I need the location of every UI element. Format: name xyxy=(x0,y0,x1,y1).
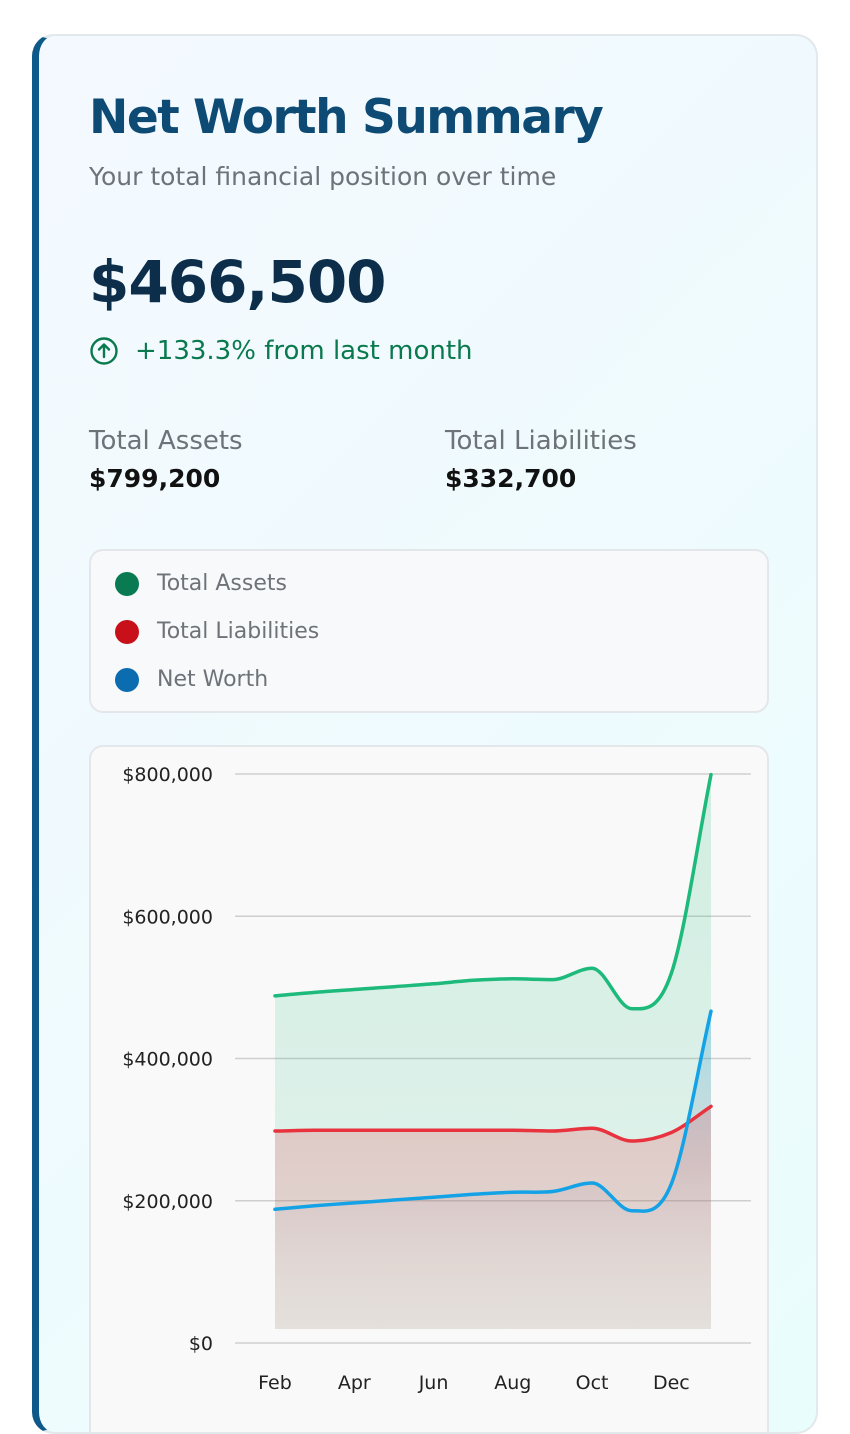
legend-item-net-worth: Net Worth xyxy=(115,667,268,692)
legend-dot xyxy=(115,667,139,692)
x-tick-label: Apr xyxy=(338,1372,371,1394)
arrow-up-circle-icon xyxy=(90,337,118,365)
legend-dot xyxy=(115,571,139,596)
legend-dot xyxy=(115,619,139,644)
page-subtitle: Your total financial position over time xyxy=(89,162,557,191)
series-line-total-assets xyxy=(273,772,713,1011)
x-tick-label: Jun xyxy=(418,1372,449,1394)
metric-total-assets: Total Assets $799,200 xyxy=(89,426,243,493)
y-tick-label: $600,000 xyxy=(122,906,213,928)
change-text: +133.3% from last month xyxy=(135,336,473,366)
x-tick-label: Feb xyxy=(258,1372,292,1394)
metric-value: $799,200 xyxy=(89,464,221,493)
metric-label: Total Liabilities xyxy=(445,426,637,456)
legend-label: Total Assets xyxy=(157,571,287,596)
legend-label: Net Worth xyxy=(157,667,269,692)
chart-legend: Total Assets Total Liabilities Net Worth xyxy=(89,549,769,713)
metric-value: $332,700 xyxy=(445,464,577,493)
legend-label: Total Liabilities xyxy=(157,619,320,644)
page-title: Net Worth Summary xyxy=(89,90,604,145)
net-worth-chart: $0 $200,000 $400,000 $600,000 $800,000 Feb Apr… xyxy=(122,764,751,1394)
x-tick-label: Dec xyxy=(653,1372,690,1394)
metric-label: Total Assets xyxy=(89,426,243,456)
y-tick-label: $800,000 xyxy=(122,764,213,786)
y-tick-label: $400,000 xyxy=(122,1049,213,1071)
y-tick-label: $200,000 xyxy=(122,1191,213,1213)
net-worth-value: $466,500 xyxy=(89,248,387,316)
metric-total-liabilities: Total Liabilities $332,700 xyxy=(445,426,637,493)
net-worth-card: Net Worth Summary Your total financial p… xyxy=(32,34,818,1434)
legend-item-total-liabilities: Total Liabilities xyxy=(115,619,319,644)
legend-item-total-assets: Total Assets xyxy=(115,571,287,596)
y-tick-label: $0 xyxy=(189,1333,213,1355)
change-indicator: +133.3% from last month xyxy=(89,336,473,366)
x-tick-label: Aug xyxy=(494,1372,531,1394)
chart-container: $0 $200,000 $400,000 $600,000 $800,000 Feb Apr… xyxy=(89,745,769,1432)
x-tick-label: Oct xyxy=(576,1372,609,1394)
